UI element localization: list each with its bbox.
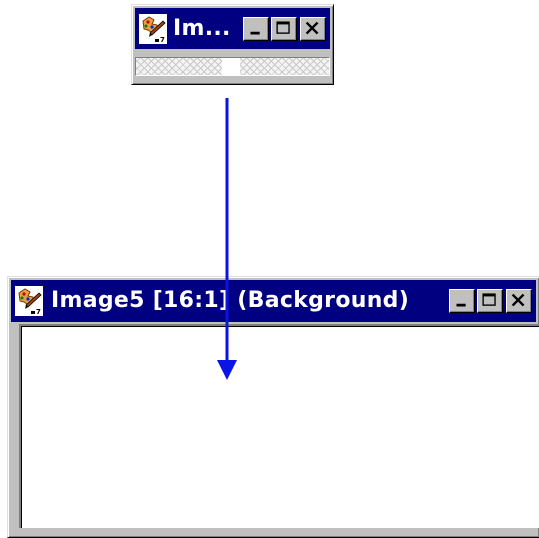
minimize-icon (456, 303, 466, 307)
minimized-status-strip (135, 57, 330, 76)
maximize-button[interactable] (271, 16, 297, 41)
minimized-image-window[interactable]: 7 Im... (131, 4, 334, 85)
title-bar[interactable]: 7 Im... (135, 8, 330, 49)
svg-text:7: 7 (160, 36, 165, 43)
image-window[interactable]: 7 Image5 [16:1] (Background) (7, 276, 539, 538)
image-canvas[interactable] (19, 324, 539, 528)
title-bar[interactable]: 7 Image5 [16:1] (Background) (11, 280, 536, 322)
paint-palette-icon[interactable]: 7 (15, 286, 43, 316)
minimize-icon (250, 31, 260, 34)
svg-text:7: 7 (36, 308, 41, 315)
caption-buttons (241, 16, 326, 41)
close-icon (305, 21, 319, 34)
paint-palette-icon[interactable]: 7 (139, 13, 167, 44)
minimize-button[interactable] (449, 289, 475, 313)
caption-buttons (447, 289, 532, 313)
close-button[interactable] (506, 289, 532, 313)
window-title: Image5 [16:1] (Background) (51, 288, 410, 313)
maximize-button[interactable] (477, 289, 503, 313)
maximize-icon (482, 293, 496, 306)
window-title: Im... (173, 16, 231, 41)
maximize-icon (276, 20, 290, 34)
close-icon (511, 293, 525, 307)
minimize-button[interactable] (243, 16, 269, 41)
status-strip-gap (222, 58, 240, 75)
close-button[interactable] (300, 16, 326, 41)
